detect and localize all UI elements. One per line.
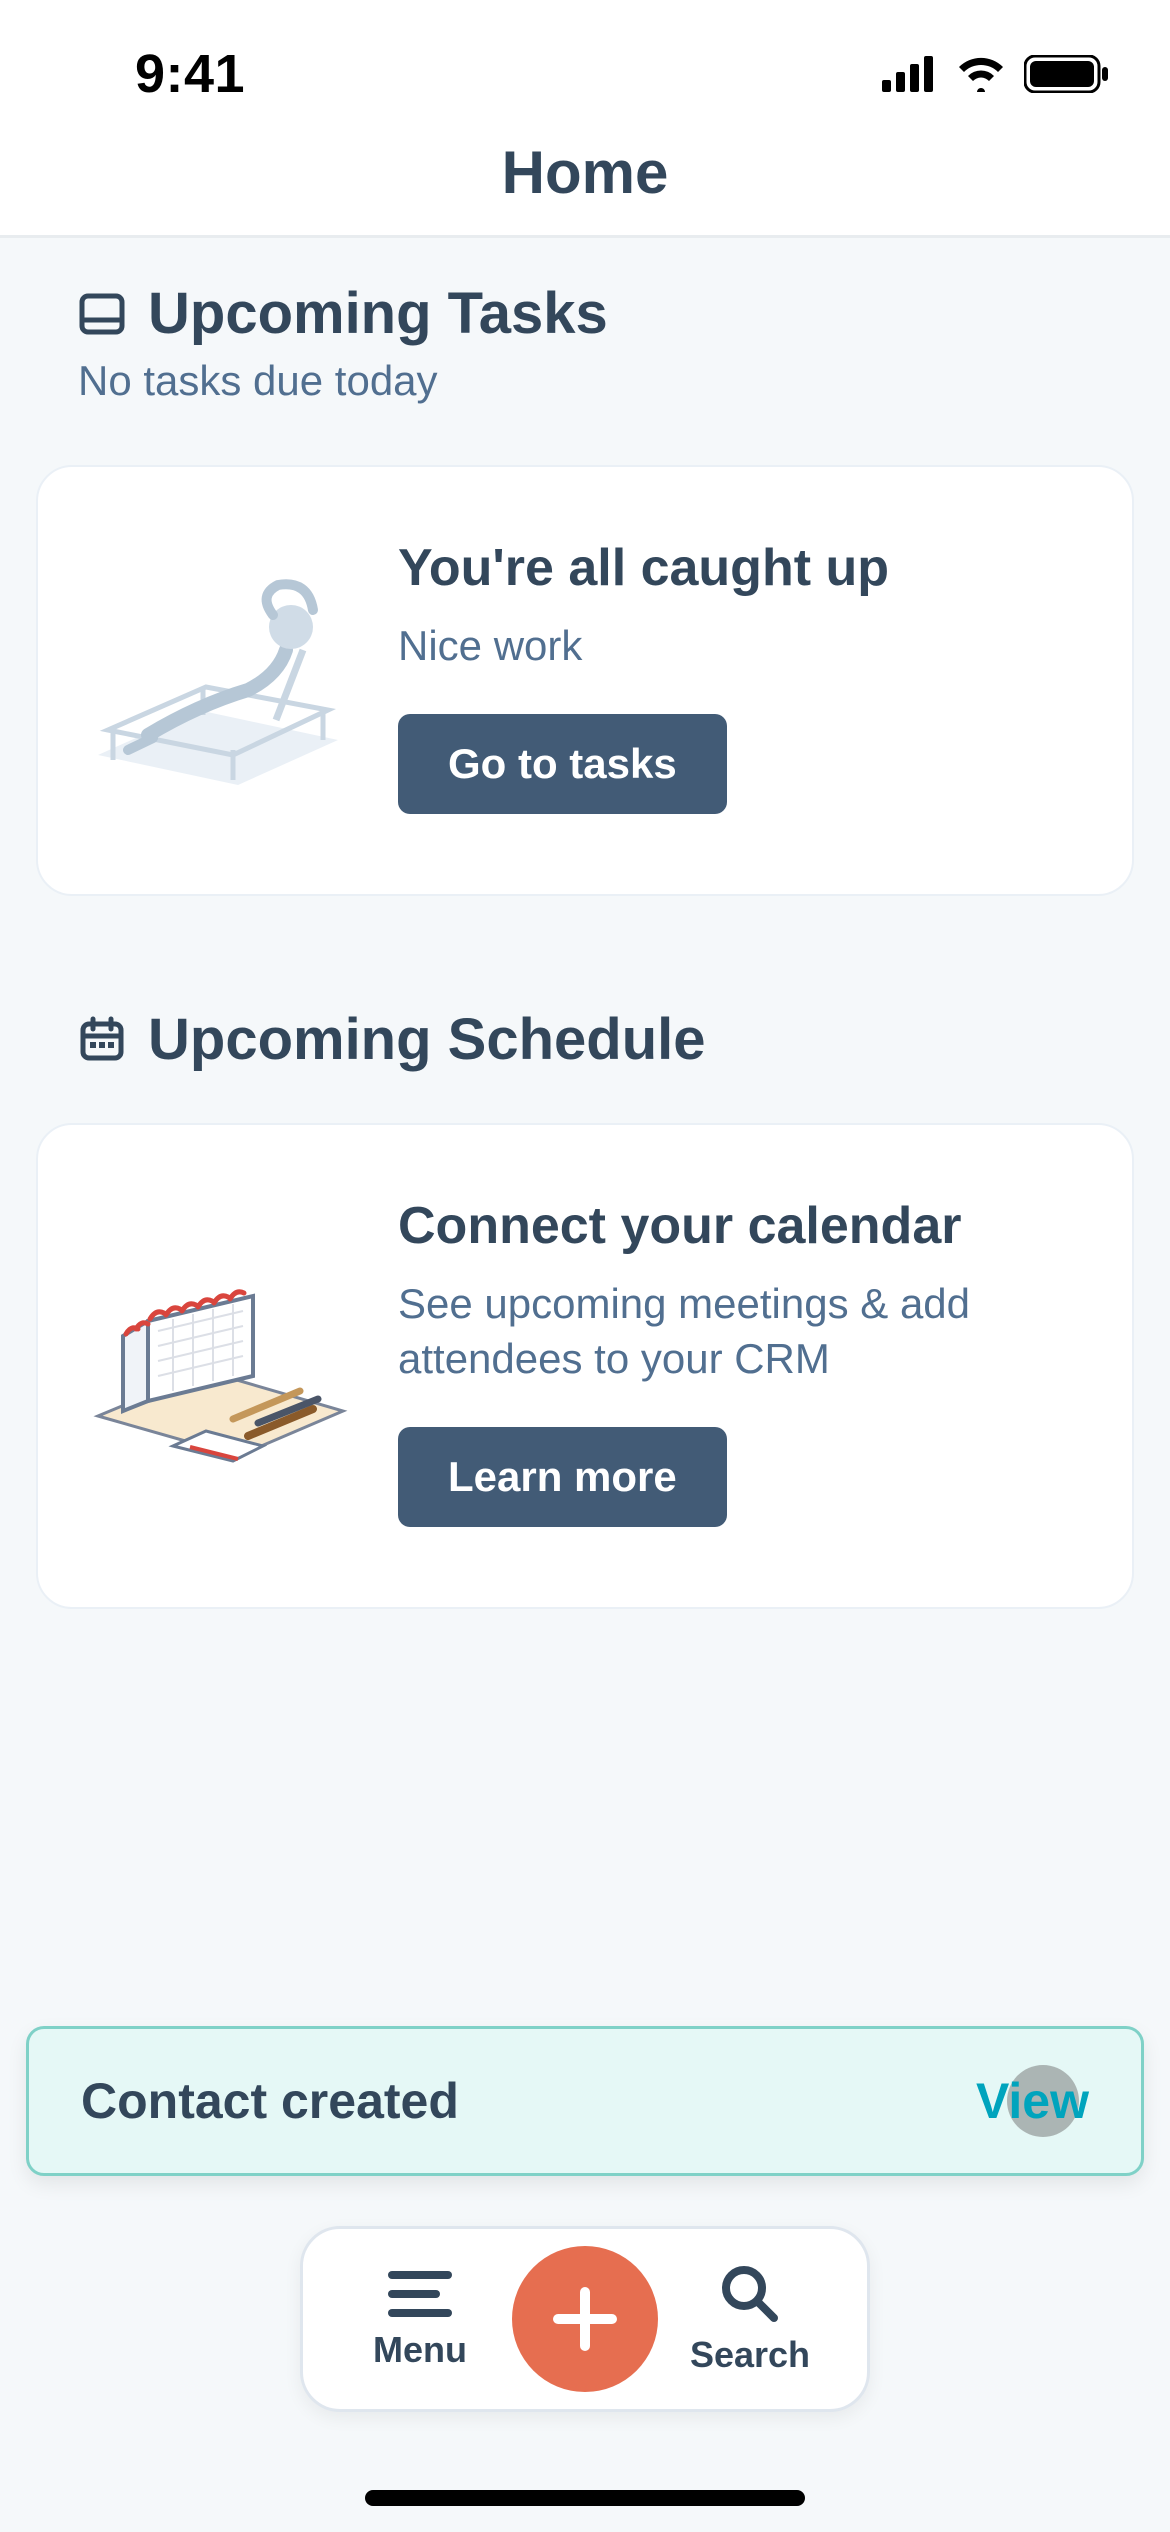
- home-indicator[interactable]: [365, 2490, 805, 2506]
- bottom-bar: Menu Search: [300, 2226, 870, 2412]
- card-content: You're all caught up Nice work Go to tas…: [398, 537, 1072, 814]
- battery-icon: [1024, 55, 1110, 93]
- page-title: Home: [502, 138, 669, 207]
- learn-more-button[interactable]: Learn more: [398, 1427, 727, 1527]
- schedule-connect-card: Connect your calendar See upcoming meeti…: [36, 1123, 1134, 1609]
- cellular-signal-icon: [882, 56, 938, 92]
- menu-button[interactable]: Menu: [355, 2267, 485, 2371]
- section-title: Upcoming Schedule: [148, 1006, 706, 1073]
- search-button[interactable]: Search: [685, 2262, 815, 2376]
- status-time: 9:41: [135, 43, 245, 105]
- search-label: Search: [690, 2334, 810, 2376]
- section-header-tasks: Upcoming Tasks: [78, 280, 1134, 347]
- toast-message: Contact created: [81, 2072, 459, 2130]
- section-subtitle: No tasks due today: [78, 357, 1134, 405]
- calendar-desk-illustration: [68, 1231, 368, 1491]
- card-title: You're all caught up: [398, 537, 1072, 599]
- toast-view-button[interactable]: View: [976, 2072, 1089, 2130]
- nav-header: Home: [0, 110, 1170, 238]
- card-title: Connect your calendar: [398, 1195, 1072, 1257]
- status-icons: [882, 55, 1110, 93]
- search-icon: [718, 2262, 782, 2326]
- menu-icon: [386, 2267, 454, 2321]
- task-tray-icon: [78, 290, 126, 338]
- card-body-text: See upcoming meetings & add attendees to…: [398, 1277, 1072, 1386]
- toast-notification: Contact created View: [26, 2026, 1144, 2176]
- add-button[interactable]: [512, 2246, 658, 2392]
- card-body-text: Nice work: [398, 619, 1072, 674]
- section-header-schedule: Upcoming Schedule: [78, 1006, 1134, 1073]
- section-upcoming-schedule: Upcoming Schedule: [36, 1006, 1134, 1609]
- relaxing-person-illustration: [68, 545, 368, 805]
- tasks-empty-card: You're all caught up Nice work Go to tas…: [36, 465, 1134, 896]
- go-to-tasks-button[interactable]: Go to tasks: [398, 714, 727, 814]
- status-bar: 9:41: [0, 0, 1170, 110]
- plus-icon: [546, 2280, 624, 2358]
- wifi-icon: [956, 56, 1006, 92]
- menu-label: Menu: [373, 2329, 467, 2371]
- section-title: Upcoming Tasks: [148, 280, 608, 347]
- card-content: Connect your calendar See upcoming meeti…: [398, 1195, 1072, 1527]
- calendar-icon: [78, 1015, 126, 1063]
- section-upcoming-tasks: Upcoming Tasks No tasks due today: [36, 280, 1134, 896]
- content: Upcoming Tasks No tasks due today: [0, 238, 1170, 1609]
